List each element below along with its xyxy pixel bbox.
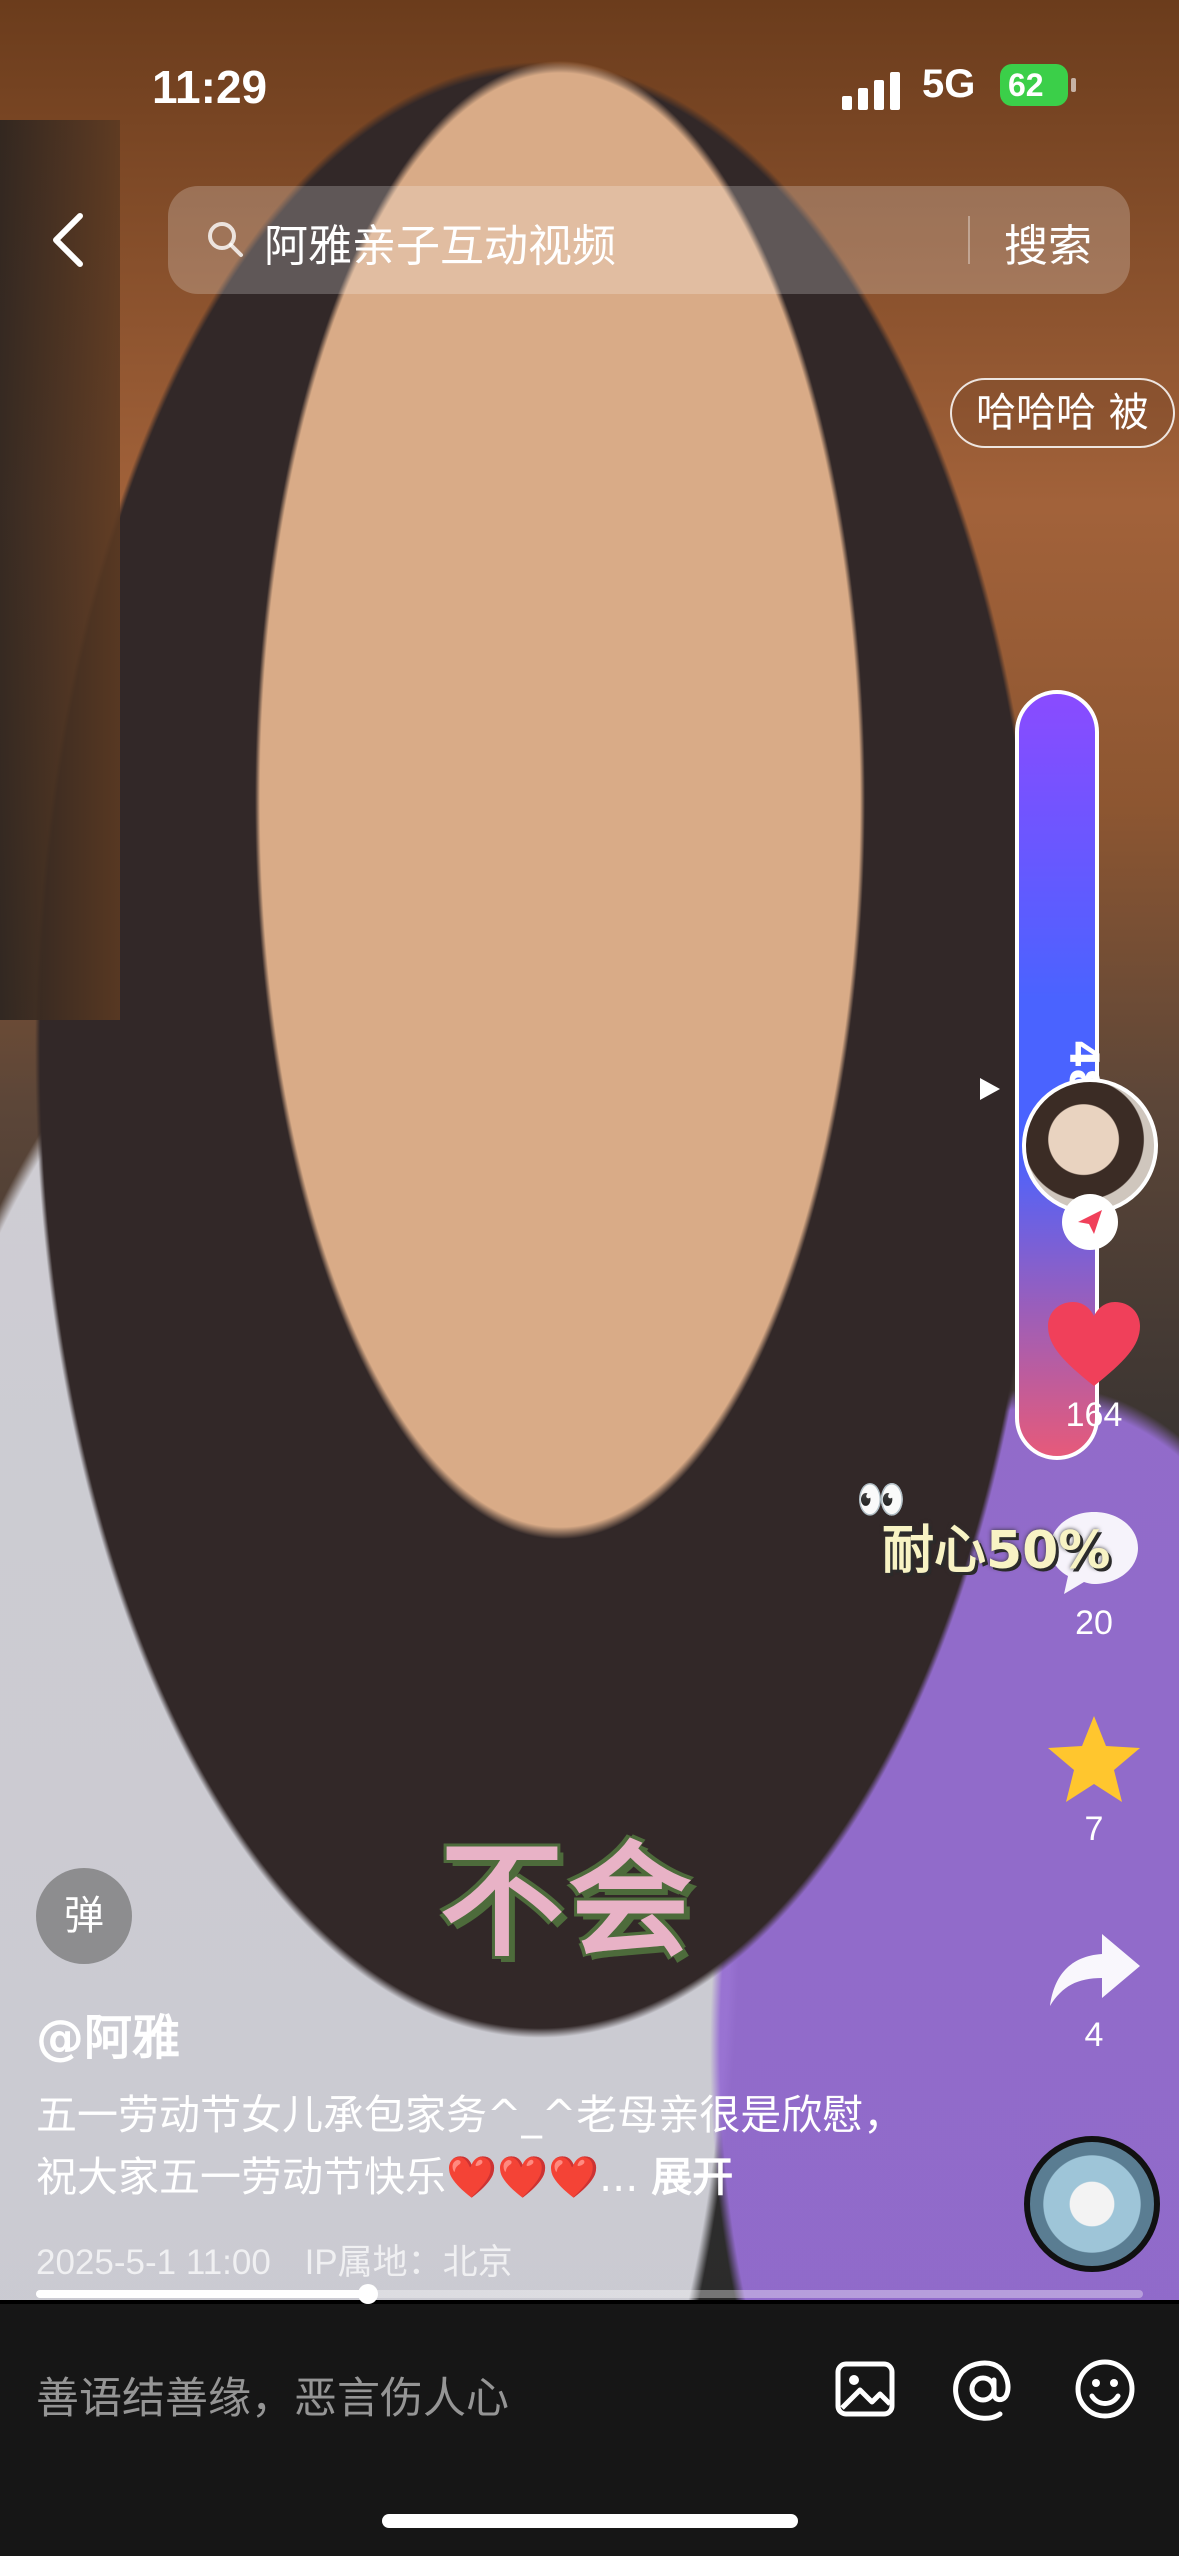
search-divider — [968, 216, 970, 264]
favorite-button[interactable]: 7 — [1030, 1714, 1158, 1849]
emoji-icon[interactable] — [1072, 2356, 1138, 2422]
favorite-count: 7 — [1084, 1810, 1104, 1848]
danmaku-bubble: 哈哈哈 被 — [950, 378, 1175, 448]
search-button[interactable]: 搜索 — [1004, 210, 1092, 274]
comment-bar: 善语结善缘，恶言伤人心 — [0, 2304, 1179, 2556]
play-indicator-icon — [980, 1078, 1000, 1100]
author-name[interactable]: @阿雅 — [36, 1998, 180, 2068]
share-arrow-icon — [1050, 1934, 1140, 2006]
post-date: 2025-5-1 11:00 — [36, 2243, 271, 2282]
search-bar[interactable]: 阿雅亲子互动视频 搜索 — [168, 186, 1130, 294]
seek-bar-thumb[interactable] — [358, 2284, 379, 2304]
expand-button[interactable]: 展开 — [651, 2153, 733, 2201]
video-subtitle: 不会 — [440, 1830, 697, 1974]
video-seek-bar[interactable] — [36, 2284, 1143, 2304]
status-time: 11:29 — [152, 61, 268, 113]
seek-bar-fill — [36, 2290, 369, 2298]
status-bar: 11:29 5G 62 — [0, 0, 1179, 170]
comment-count: 20 — [1075, 1604, 1113, 1642]
image-picker-icon[interactable] — [832, 2356, 898, 2422]
cellular-signal-icon — [842, 70, 900, 110]
like-button[interactable]: 164 — [1030, 1300, 1158, 1435]
music-disc[interactable] — [1024, 2136, 1160, 2272]
patience-sticker: 耐心50% — [882, 1521, 1111, 1581]
star-icon — [1048, 1716, 1140, 1802]
mention-icon[interactable] — [950, 2356, 1016, 2422]
send-icon — [1078, 1210, 1102, 1234]
like-count: 164 — [1065, 1396, 1123, 1434]
caption-text: 五一劳动节女儿承包家务^_^老母亲很是欣慰，祝大家五一劳动节快乐❤️❤️❤️..… — [36, 2091, 905, 2201]
back-button[interactable] — [40, 200, 100, 280]
heart-icon — [1048, 1302, 1140, 1386]
share-count: 4 — [1084, 2016, 1104, 2054]
follow-button[interactable] — [1062, 1194, 1118, 1250]
share-button[interactable]: 4 — [1030, 1930, 1158, 2055]
chevron-left-icon — [53, 213, 83, 267]
search-input[interactable]: 阿雅亲子互动视频 — [264, 210, 616, 274]
network-type: 5G — [922, 62, 976, 106]
ip-location: IP属地：北京 — [304, 2243, 513, 2282]
post-caption[interactable]: 五一劳动节女儿承包家务^_^老母亲很是欣慰，祝大家五一劳动节快乐❤️❤️❤️..… — [36, 2084, 936, 2208]
home-indicator — [382, 2514, 798, 2528]
post-meta: 2025-5-1 11:00 IP属地：北京 — [36, 2234, 537, 2285]
battery-icon: 62 — [1000, 64, 1076, 106]
danmaku-toggle-button[interactable]: 弹 — [36, 1868, 132, 1964]
search-icon — [208, 222, 243, 257]
comment-input[interactable]: 善语结善缘，恶言伤人心 — [36, 2364, 509, 2426]
